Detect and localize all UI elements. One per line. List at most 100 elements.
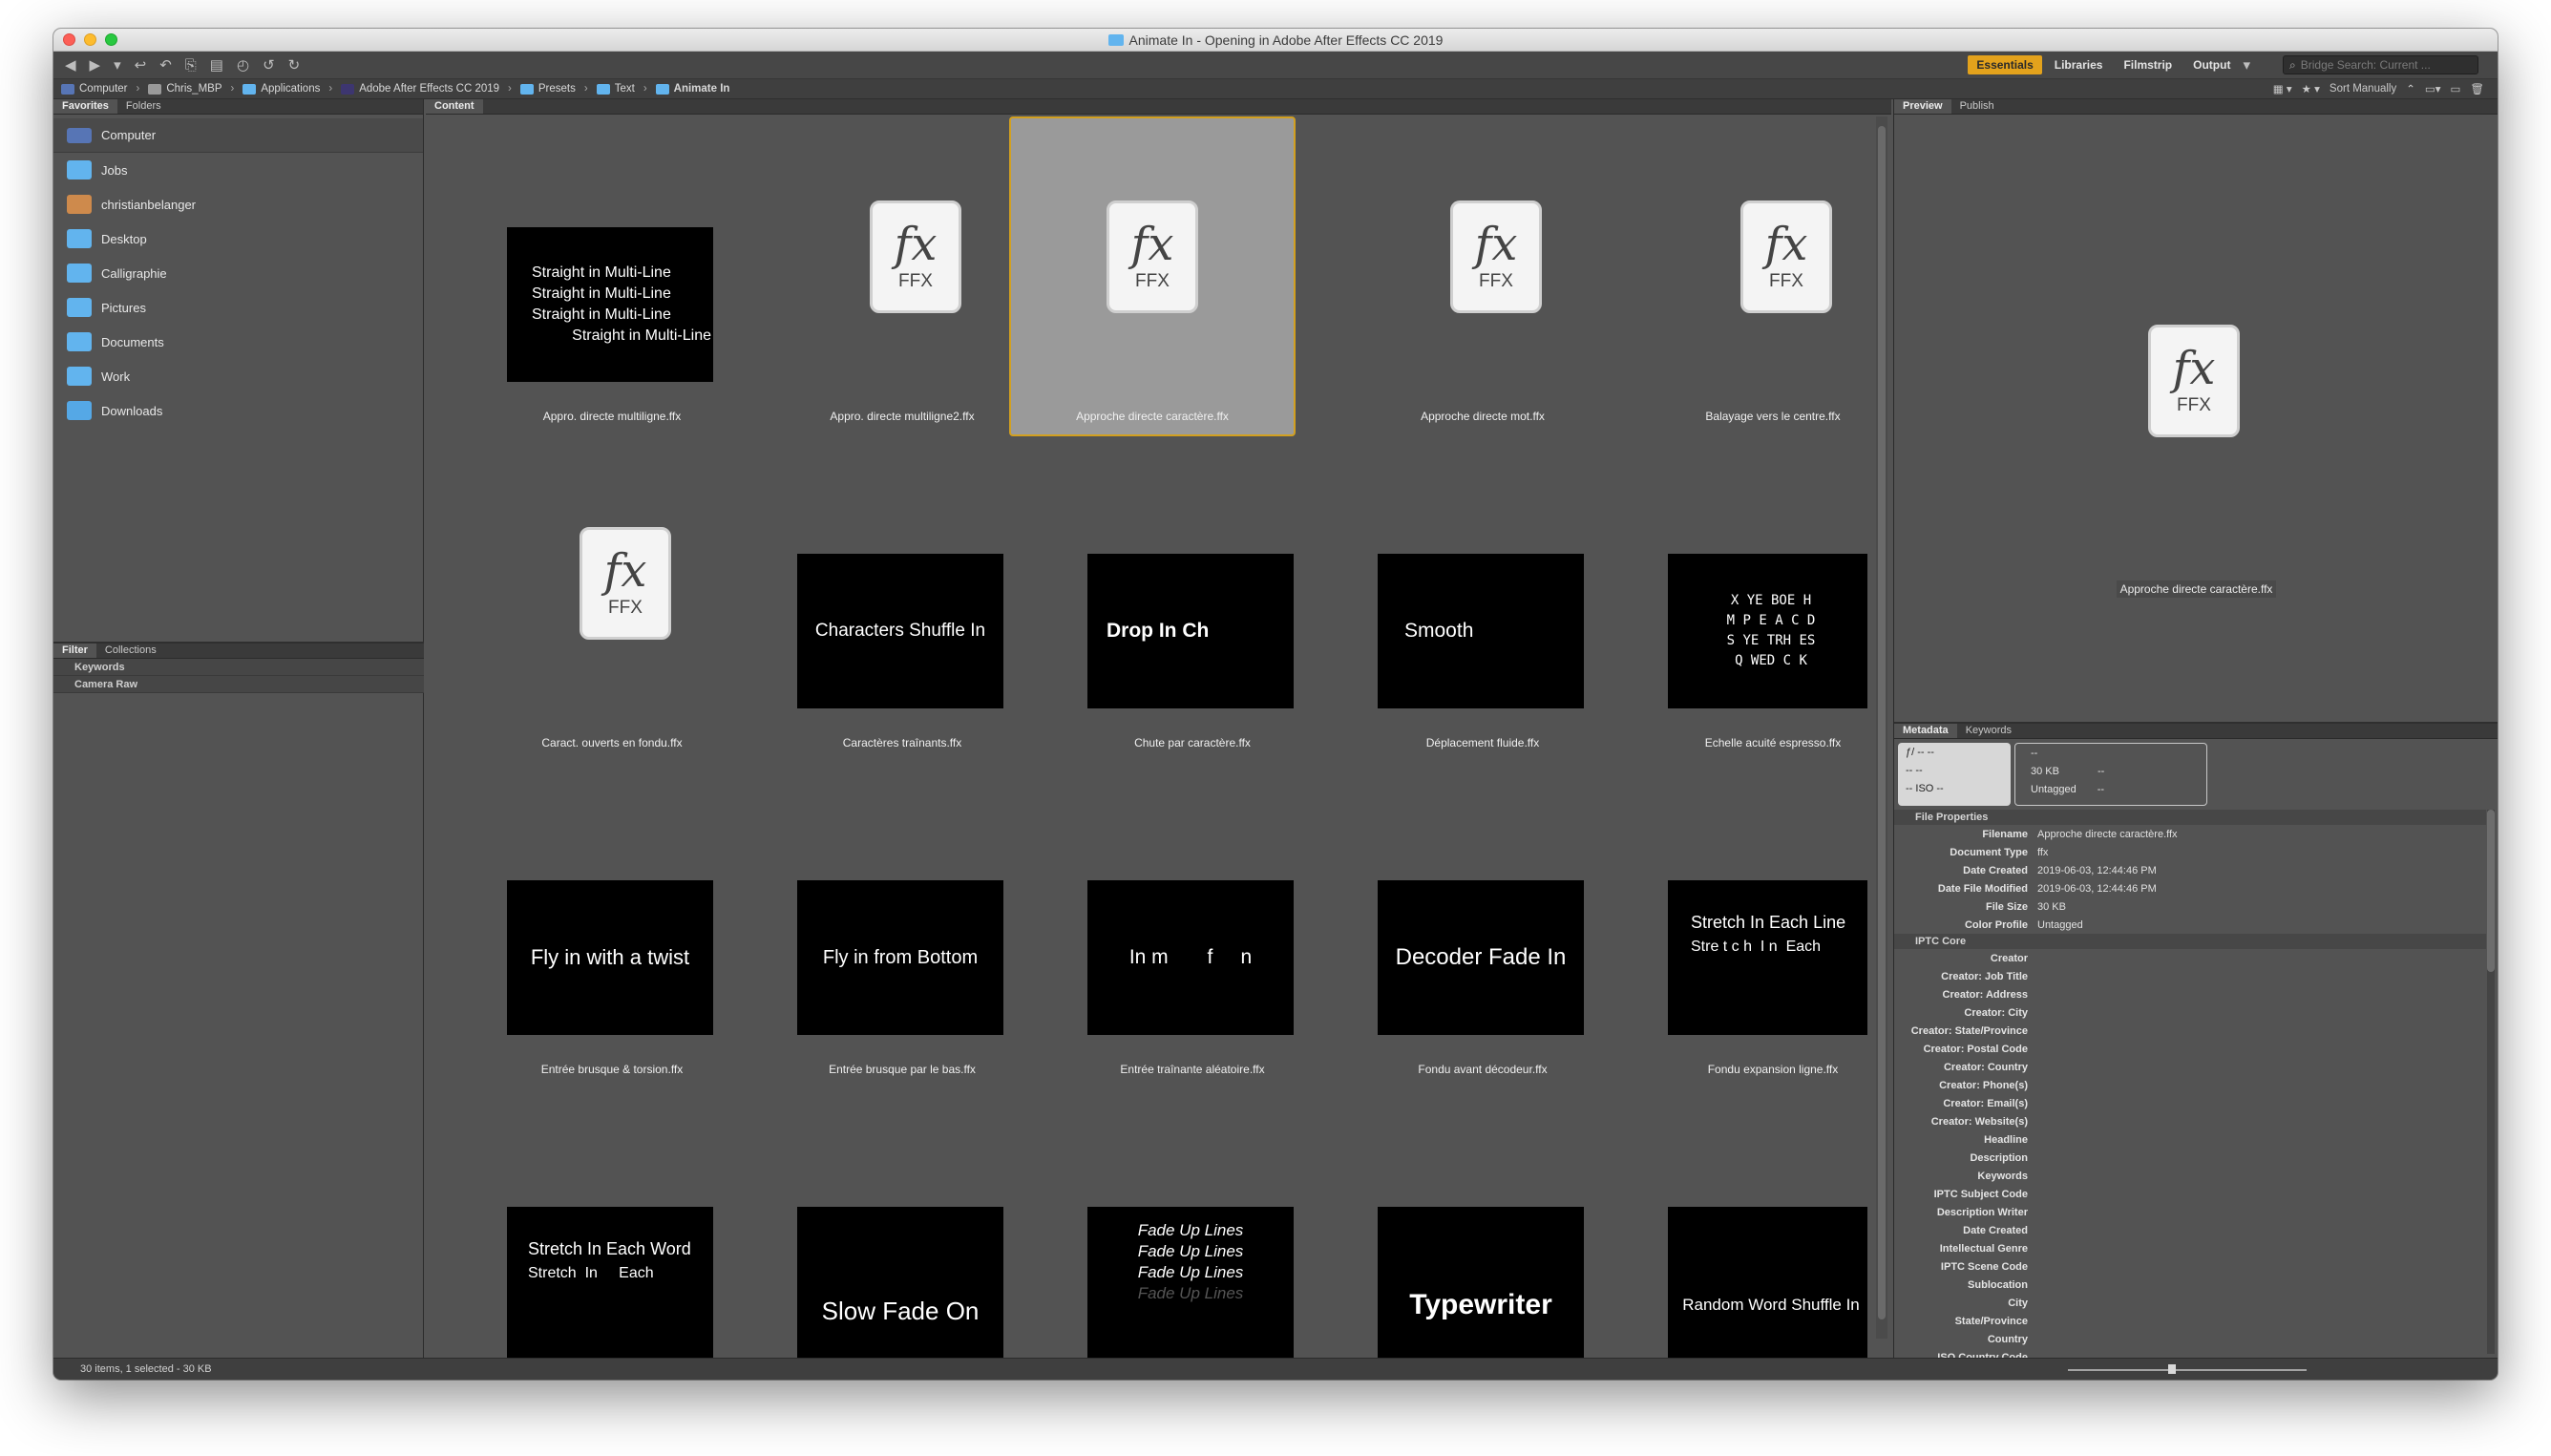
iptc-row[interactable]: Description: [1894, 1149, 2486, 1167]
content-item[interactable]: fx FFX Approche directe mot.ffx: [1339, 116, 1626, 436]
iptc-row[interactable]: Creator: Country: [1894, 1058, 2486, 1076]
content-item-selected[interactable]: fx FFX Approche directe caractère.ffx: [1009, 116, 1296, 436]
content-item[interactable]: X YE BOE H M P E A C D S YE TRH ES Q WED…: [1630, 443, 1867, 763]
open-recent-file-icon[interactable]: ▭▾: [2425, 82, 2441, 95]
content-item[interactable]: Characters Shuffle In Caractères traînan…: [759, 443, 1045, 763]
iptc-row[interactable]: IPTC Scene Code: [1894, 1257, 2486, 1276]
metadata-value[interactable]: 2019-06-03, 12:44:46 PM: [2037, 883, 2157, 895]
content-item[interactable]: fx FFX Balayage vers le centre.ffx: [1630, 116, 1867, 436]
favorite-downloads[interactable]: Downloads: [53, 393, 423, 428]
rotate-left-icon[interactable]: ↺: [263, 56, 275, 74]
iptc-row[interactable]: State/Province: [1894, 1312, 2486, 1330]
favorite-calligraphie[interactable]: Calligraphie: [53, 256, 423, 290]
iptc-row[interactable]: Creator: Phone(s): [1894, 1076, 2486, 1094]
open-recent-icon[interactable]: ◴: [237, 56, 249, 74]
favorite-desktop[interactable]: Desktop: [53, 222, 423, 256]
metadata-value[interactable]: Approche directe caractère.ffx: [2037, 829, 2178, 840]
iptc-row[interactable]: City: [1894, 1294, 2486, 1312]
content-item[interactable]: fx FFX Appro. directe multiligne2.ffx: [759, 116, 1045, 436]
sort-ascending-icon[interactable]: ⌃: [2406, 82, 2415, 95]
iptc-row[interactable]: IPTC Subject Code: [1894, 1185, 2486, 1203]
tab-folders[interactable]: Folders: [117, 99, 170, 114]
content-item[interactable]: In m f n Entrée traînante aléatoire.ffx: [1049, 770, 1336, 1089]
iptc-row[interactable]: Description Writer: [1894, 1203, 2486, 1221]
metadata-value[interactable]: Untagged: [2037, 919, 2083, 931]
content-item[interactable]: Fade Up Lines Fade Up Lines Fade Up Line…: [1049, 1096, 1336, 1358]
iptc-row[interactable]: Creator: State/Province: [1894, 1022, 2486, 1040]
tab-keywords[interactable]: Keywords: [1957, 724, 2020, 738]
iptc-row[interactable]: Sublocation: [1894, 1276, 2486, 1294]
content-scrollbar[interactable]: [1876, 116, 1887, 1339]
breadcrumb-animate-in[interactable]: Animate In: [655, 83, 729, 95]
thumbnail-quality-icon[interactable]: ▦ ▾: [2273, 82, 2292, 95]
content-item[interactable]: Stretch In Each Line Stre t c h I n Each…: [1630, 770, 1867, 1089]
iptc-core-header[interactable]: IPTC Core: [1894, 934, 2486, 949]
tab-content[interactable]: Content: [426, 99, 483, 114]
iptc-row[interactable]: Headline: [1894, 1130, 2486, 1149]
content-item[interactable]: Straight in Multi-Line Straight in Multi…: [469, 116, 755, 436]
content-item[interactable]: Typewriter: [1339, 1096, 1626, 1358]
metadata-scrollbar[interactable]: [2487, 810, 2495, 1354]
close-window-button[interactable]: [63, 33, 75, 46]
iptc-row[interactable]: Country: [1894, 1330, 2486, 1348]
iptc-row[interactable]: Creator: [1894, 949, 2486, 967]
favorite-computer[interactable]: Computer: [53, 118, 423, 153]
breadcrumb-computer[interactable]: Computer ›: [61, 83, 148, 95]
boomerang-icon[interactable]: ↶: [159, 56, 172, 74]
workspace-filmstrip[interactable]: Filmstrip: [2115, 55, 2181, 74]
rating-filter-star-icon[interactable]: ★ ▾: [2302, 82, 2320, 95]
scrollbar-thumb[interactable]: [2487, 810, 2495, 972]
return-icon[interactable]: ↩: [135, 56, 147, 74]
forward-arrow-icon[interactable]: ▶: [90, 56, 101, 74]
iptc-row[interactable]: Creator: Job Title: [1894, 967, 2486, 985]
tab-publish[interactable]: Publish: [1951, 99, 2003, 114]
camera-import-icon[interactable]: ⎘: [185, 57, 197, 74]
favorite-documents[interactable]: Documents: [53, 325, 423, 359]
workspace-menu-chevron-icon[interactable]: ▾: [2243, 56, 2250, 74]
content-item[interactable]: Drop In Ch Chute par caractère.ffx: [1049, 443, 1336, 763]
refine-icon[interactable]: ▤: [210, 56, 223, 74]
iptc-row[interactable]: Creator: Website(s): [1894, 1112, 2486, 1130]
back-arrow-icon[interactable]: ◀: [65, 56, 76, 74]
minimize-window-button[interactable]: [84, 33, 96, 46]
workspace-libraries[interactable]: Libraries: [2046, 55, 2112, 74]
breadcrumb-after-effects[interactable]: Adobe After Effects CC 2019 ›: [341, 83, 520, 95]
new-folder-icon[interactable]: ▭: [2451, 82, 2461, 95]
iptc-row[interactable]: Creator: Address: [1894, 985, 2486, 1003]
tab-preview[interactable]: Preview: [1894, 99, 1951, 114]
favorite-work[interactable]: Work: [53, 359, 423, 393]
workspace-essentials[interactable]: Essentials: [1968, 55, 2042, 74]
content-item[interactable]: fx FFX Caract. ouverts en fondu.ffx: [469, 443, 755, 763]
metadata-value[interactable]: 30 KB: [2037, 901, 2066, 913]
tab-metadata[interactable]: Metadata: [1894, 724, 1957, 738]
bridge-search-input[interactable]: ⌕ Bridge Search: Current ...: [2283, 55, 2478, 74]
content-item[interactable]: Random Word Shuffle In: [1630, 1096, 1867, 1358]
iptc-row[interactable]: Creator: City: [1894, 1003, 2486, 1022]
content-item[interactable]: Slow Fade On: [759, 1096, 1045, 1358]
content-item[interactable]: Smooth Déplacement fluide.ffx: [1339, 443, 1626, 763]
breadcrumb-presets[interactable]: Presets ›: [519, 83, 597, 95]
tab-filter[interactable]: Filter: [53, 644, 96, 658]
rotate-right-icon[interactable]: ↻: [288, 56, 301, 74]
favorite-home[interactable]: christianbelanger: [53, 187, 423, 222]
file-properties-header[interactable]: File Properties: [1894, 810, 2486, 825]
tab-collections[interactable]: Collections: [96, 644, 165, 658]
content-item[interactable]: Decoder Fade In Fondu avant décodeur.ffx: [1339, 770, 1626, 1089]
tab-favorites[interactable]: Favorites: [53, 99, 117, 114]
breadcrumb-applications[interactable]: Applications ›: [242, 83, 341, 95]
zoom-window-button[interactable]: [105, 33, 117, 46]
content-item[interactable]: Fly in with a twist Entrée brusque & tor…: [469, 770, 755, 1089]
trash-icon[interactable]: 🗑: [2470, 82, 2484, 95]
recent-dropdown-icon[interactable]: ▾: [114, 56, 121, 74]
iptc-row[interactable]: Creator: Email(s): [1894, 1094, 2486, 1112]
sort-dropdown[interactable]: Sort Manually: [2330, 83, 2396, 95]
breadcrumb-text[interactable]: Text ›: [596, 83, 656, 95]
filter-camera-raw[interactable]: Camera Raw: [53, 676, 424, 693]
iptc-row[interactable]: Date Created: [1894, 1221, 2486, 1239]
iptc-row[interactable]: Creator: Postal Code: [1894, 1040, 2486, 1058]
thumbnail-size-slider[interactable]: [2068, 1364, 2307, 1374]
workspace-output[interactable]: Output: [2184, 55, 2239, 74]
favorite-jobs[interactable]: Jobs: [53, 153, 423, 187]
filter-keywords[interactable]: Keywords: [53, 659, 424, 676]
slider-knob[interactable]: [2168, 1364, 2176, 1374]
